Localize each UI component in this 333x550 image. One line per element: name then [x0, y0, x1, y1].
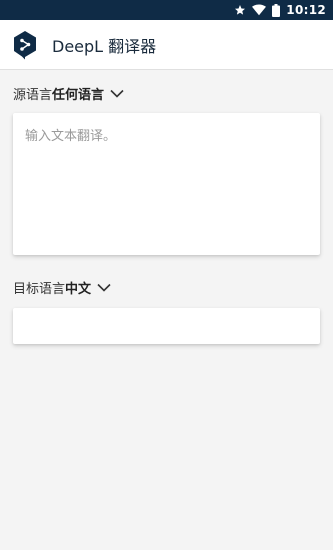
app-bar: DeepL 翻译器 [0, 20, 333, 70]
status-time: 10:12 [286, 3, 326, 17]
source-text-card [13, 113, 320, 255]
source-language-selector[interactable]: 源语言 任何语言 [13, 84, 124, 103]
star-icon [234, 4, 246, 16]
source-text-input[interactable] [13, 113, 320, 255]
target-language-label: 目标语言 [13, 282, 66, 297]
chevron-down-icon [110, 89, 124, 98]
wifi-icon [252, 4, 267, 16]
deepl-logo-icon [12, 30, 38, 60]
translation-output-card [13, 308, 320, 344]
chevron-down-icon [97, 283, 111, 292]
target-language-selector[interactable]: 目标语言 中文 [13, 278, 111, 297]
status-bar: 10:12 [0, 0, 333, 20]
source-language-label: 源语言 [13, 88, 53, 103]
app-title: DeepL 翻译器 [52, 36, 157, 56]
source-language-value: 任何语言 [52, 88, 105, 103]
battery-icon [272, 3, 281, 17]
target-language-value: 中文 [65, 282, 92, 297]
